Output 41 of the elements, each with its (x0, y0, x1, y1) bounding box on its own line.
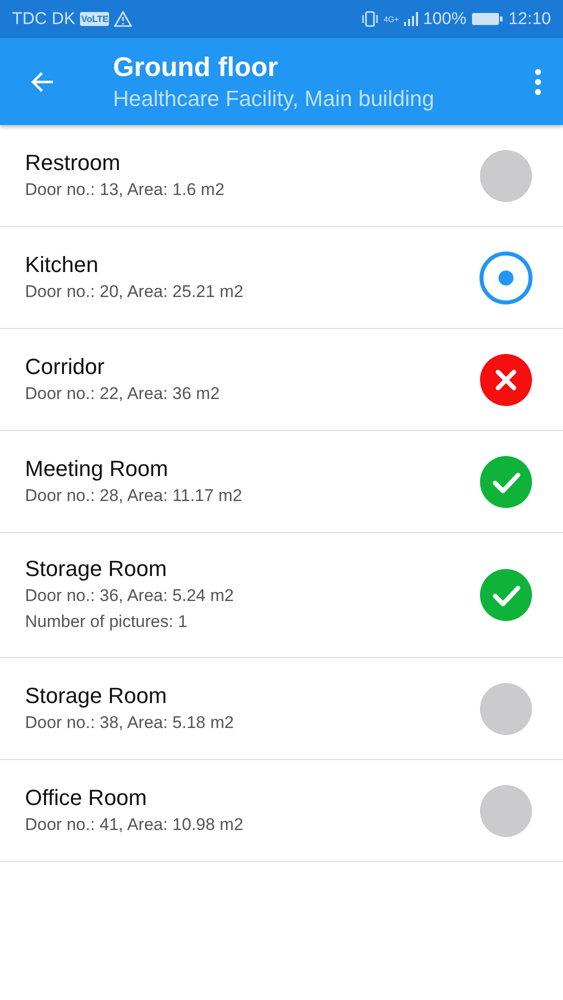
vibrate-icon (360, 11, 379, 27)
room-name: Meeting Room (25, 454, 170, 482)
room-name: Kitchen (25, 250, 100, 278)
room-list-item[interactable]: Office Room Door no.: 41, Area: 10.98 m2 (0, 760, 563, 862)
room-details: Door no.: 36, Area: 5.24 m2 (25, 585, 234, 607)
status-circle-icon (479, 682, 533, 736)
check-mark-icon (479, 568, 533, 622)
warning-icon (114, 11, 132, 27)
room-details: Door no.: 13, Area: 1.6 m2 (25, 178, 224, 200)
room-list-item[interactable]: Kitchen Door no.: 20, Area: 25.21 m2 (0, 227, 563, 329)
network-badge: VoLTE (80, 12, 110, 26)
room-name: Office Room (25, 784, 148, 812)
room-list-item[interactable]: Restroom Door no.: 13, Area: 1.6 m2 (0, 125, 563, 227)
screen-subtitle: Healthcare Facility, Main building (113, 84, 436, 113)
status-circle-icon (479, 148, 533, 202)
network-type: 4G+ (384, 15, 399, 24)
room-details: Number of pictures: 1 (25, 611, 189, 633)
clock: 12:10 (508, 9, 551, 29)
radio-selected-icon (479, 250, 533, 304)
battery-icon (471, 11, 504, 27)
check-mark-icon (479, 454, 533, 508)
room-details: Door no.: 22, Area: 36 m2 (25, 382, 220, 404)
room-details: Door no.: 28, Area: 11.17 m2 (25, 484, 242, 506)
status-circle-icon (479, 784, 533, 838)
error-cross-icon (479, 352, 533, 406)
room-name: Storage Room (25, 555, 168, 583)
room-list-item[interactable]: Meeting Room Door no.: 28, Area: 11.17 m2 (0, 431, 563, 533)
battery-percent: 100% (422, 9, 466, 29)
room-details: Door no.: 38, Area: 5.18 m2 (25, 712, 234, 734)
room-name: Corridor (25, 352, 106, 380)
more-options-icon (534, 68, 542, 96)
room-name: Restroom (25, 148, 122, 176)
room-details: Door no.: 20, Area: 25.21 m2 (25, 280, 244, 302)
room-list-item[interactable]: Storage Room Door no.: 38, Area: 5.18 m2 (0, 658, 563, 760)
signal-icon (404, 11, 418, 27)
screen-title: Ground floor (113, 50, 279, 84)
room-list-item[interactable]: Corridor Door no.: 22, Area: 36 m2 (0, 329, 563, 431)
room-name: Storage Room (25, 682, 168, 710)
carrier-name: TDC DK (12, 9, 76, 29)
room-details: Door no.: 41, Area: 10.98 m2 (25, 814, 244, 836)
room-list-item[interactable]: Storage Room Door no.: 36, Area: 5.24 m2 Number of pictures: 1 (0, 533, 563, 658)
